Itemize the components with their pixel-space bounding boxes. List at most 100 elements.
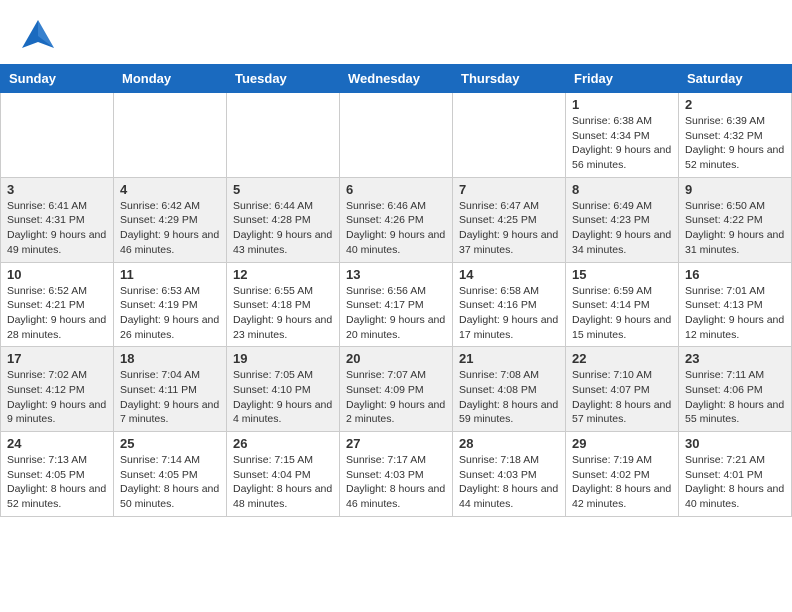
day-detail: Sunrise: 6:50 AM Sunset: 4:22 PM Dayligh… xyxy=(685,199,785,258)
calendar-cell: 22 Sunrise: 7:10 AM Sunset: 4:07 PM Dayli… xyxy=(566,347,679,432)
calendar-cell: 4 Sunrise: 6:42 AM Sunset: 4:29 PM Daylig… xyxy=(114,177,227,262)
calendar-cell: 8Sunrise: 6:49 AM Sunset: 4:23 PM Daylig… xyxy=(566,177,679,262)
day-number: 7 xyxy=(459,182,559,197)
day-number: 17 xyxy=(7,351,107,366)
calendar-cell: 18 Sunrise: 7:04 AM Sunset: 4:11 PM Dayli… xyxy=(114,347,227,432)
calendar-cell: 20 Sunrise: 7:07 AM Sunset: 4:09 PM Dayli… xyxy=(340,347,453,432)
calendar-cell: 7 Sunrise: 6:47 AM Sunset: 4:25 PM Daylig… xyxy=(453,177,566,262)
calendar-cell: 17 Sunrise: 7:02 AM Sunset: 4:12 PM Dayli… xyxy=(1,347,114,432)
day-number: 5 xyxy=(233,182,333,197)
calendar-cell: 14 Sunrise: 6:58 AM Sunset: 4:16 PM Dayli… xyxy=(453,262,566,347)
day-detail: Sunrise: 7:15 AM Sunset: 4:04 PM Dayligh… xyxy=(233,453,333,512)
day-detail: Sunrise: 7:14 AM Sunset: 4:05 PM Dayligh… xyxy=(120,453,220,512)
calendar-cell: 19 Sunrise: 7:05 AM Sunset: 4:10 PM Dayli… xyxy=(227,347,340,432)
day-detail: Sunrise: 7:04 AM Sunset: 4:11 PM Dayligh… xyxy=(120,368,220,427)
day-number: 4 xyxy=(120,182,220,197)
calendar-cell: 29 Sunrise: 7:19 AM Sunset: 4:02 PM Dayli… xyxy=(566,432,679,517)
calendar-cell: 26 Sunrise: 7:15 AM Sunset: 4:04 PM Dayli… xyxy=(227,432,340,517)
calendar-cell: 12 Sunrise: 6:55 AM Sunset: 4:18 PM Dayli… xyxy=(227,262,340,347)
day-number: 19 xyxy=(233,351,333,366)
day-detail: Sunrise: 7:10 AM Sunset: 4:07 PM Dayligh… xyxy=(572,368,672,427)
header xyxy=(0,0,792,56)
day-detail: Sunrise: 7:08 AM Sunset: 4:08 PM Dayligh… xyxy=(459,368,559,427)
day-number: 6 xyxy=(346,182,446,197)
day-detail: Sunrise: 7:01 AM Sunset: 4:13 PM Dayligh… xyxy=(685,284,785,343)
weekday-header-wednesday: Wednesday xyxy=(340,65,453,93)
calendar-cell: 24 Sunrise: 7:13 AM Sunset: 4:05 PM Dayli… xyxy=(1,432,114,517)
day-number: 27 xyxy=(346,436,446,451)
day-detail: Sunrise: 7:19 AM Sunset: 4:02 PM Dayligh… xyxy=(572,453,672,512)
day-detail: Sunrise: 6:59 AM Sunset: 4:14 PM Dayligh… xyxy=(572,284,672,343)
day-number: 11 xyxy=(120,267,220,282)
weekday-header-saturday: Saturday xyxy=(679,65,792,93)
calendar-cell: 28Sunrise: 7:18 AM Sunset: 4:03 PM Dayli… xyxy=(453,432,566,517)
day-detail: Sunrise: 6:58 AM Sunset: 4:16 PM Dayligh… xyxy=(459,284,559,343)
calendar-cell: 30 Sunrise: 7:21 AM Sunset: 4:01 PM Dayli… xyxy=(679,432,792,517)
calendar-table: SundayMondayTuesdayWednesdayThursdayFrid… xyxy=(0,64,792,517)
day-number: 16 xyxy=(685,267,785,282)
day-number: 23 xyxy=(685,351,785,366)
day-number: 20 xyxy=(346,351,446,366)
day-detail: Sunrise: 6:38 AM Sunset: 4:34 PM Dayligh… xyxy=(572,114,672,173)
weekday-header-friday: Friday xyxy=(566,65,679,93)
day-number: 2 xyxy=(685,97,785,112)
day-number: 25 xyxy=(120,436,220,451)
calendar-week-row: 17 Sunrise: 7:02 AM Sunset: 4:12 PM Dayli… xyxy=(1,347,792,432)
day-number: 12 xyxy=(233,267,333,282)
day-number: 24 xyxy=(7,436,107,451)
day-number: 14 xyxy=(459,267,559,282)
day-detail: Sunrise: 7:02 AM Sunset: 4:12 PM Dayligh… xyxy=(7,368,107,427)
calendar-cell xyxy=(1,93,114,178)
day-detail: Sunrise: 6:47 AM Sunset: 4:25 PM Dayligh… xyxy=(459,199,559,258)
day-number: 26 xyxy=(233,436,333,451)
day-number: 30 xyxy=(685,436,785,451)
day-detail: Sunrise: 6:56 AM Sunset: 4:17 PM Dayligh… xyxy=(346,284,446,343)
calendar-cell: 2 Sunrise: 6:39 AM Sunset: 4:32 PM Daylig… xyxy=(679,93,792,178)
day-detail: Sunrise: 6:52 AM Sunset: 4:21 PM Dayligh… xyxy=(7,284,107,343)
day-number: 15 xyxy=(572,267,672,282)
day-detail: Sunrise: 7:17 AM Sunset: 4:03 PM Dayligh… xyxy=(346,453,446,512)
day-detail: Sunrise: 6:55 AM Sunset: 4:18 PM Dayligh… xyxy=(233,284,333,343)
weekday-header-tuesday: Tuesday xyxy=(227,65,340,93)
day-number: 9 xyxy=(685,182,785,197)
day-detail: Sunrise: 7:05 AM Sunset: 4:10 PM Dayligh… xyxy=(233,368,333,427)
calendar-cell: 21 Sunrise: 7:08 AM Sunset: 4:08 PM Dayli… xyxy=(453,347,566,432)
day-detail: Sunrise: 6:53 AM Sunset: 4:19 PM Dayligh… xyxy=(120,284,220,343)
day-number: 3 xyxy=(7,182,107,197)
day-number: 8 xyxy=(572,182,672,197)
day-detail: Sunrise: 7:13 AM Sunset: 4:05 PM Dayligh… xyxy=(7,453,107,512)
calendar-cell xyxy=(114,93,227,178)
weekday-header-sunday: Sunday xyxy=(1,65,114,93)
day-detail: Sunrise: 7:21 AM Sunset: 4:01 PM Dayligh… xyxy=(685,453,785,512)
day-number: 29 xyxy=(572,436,672,451)
calendar-cell: 15 Sunrise: 6:59 AM Sunset: 4:14 PM Dayli… xyxy=(566,262,679,347)
day-detail: Sunrise: 6:42 AM Sunset: 4:29 PM Dayligh… xyxy=(120,199,220,258)
day-detail: Sunrise: 6:41 AM Sunset: 4:31 PM Dayligh… xyxy=(7,199,107,258)
day-detail: Sunrise: 6:44 AM Sunset: 4:28 PM Dayligh… xyxy=(233,199,333,258)
weekday-header-monday: Monday xyxy=(114,65,227,93)
day-number: 13 xyxy=(346,267,446,282)
calendar-cell: 11 Sunrise: 6:53 AM Sunset: 4:19 PM Dayli… xyxy=(114,262,227,347)
calendar-cell: 3 Sunrise: 6:41 AM Sunset: 4:31 PM Daylig… xyxy=(1,177,114,262)
calendar-cell: 25 Sunrise: 7:14 AM Sunset: 4:05 PM Dayli… xyxy=(114,432,227,517)
day-detail: Sunrise: 6:46 AM Sunset: 4:26 PM Dayligh… xyxy=(346,199,446,258)
day-number: 10 xyxy=(7,267,107,282)
calendar-cell: 1Sunrise: 6:38 AM Sunset: 4:34 PM Daylig… xyxy=(566,93,679,178)
calendar-week-row: 10 Sunrise: 6:52 AM Sunset: 4:21 PM Dayli… xyxy=(1,262,792,347)
day-number: 18 xyxy=(120,351,220,366)
calendar-cell: 27 Sunrise: 7:17 AM Sunset: 4:03 PM Dayli… xyxy=(340,432,453,517)
calendar-cell xyxy=(340,93,453,178)
logo xyxy=(20,16,56,52)
calendar-cell: 6 Sunrise: 6:46 AM Sunset: 4:26 PM Daylig… xyxy=(340,177,453,262)
day-number: 28 xyxy=(459,436,559,451)
calendar-week-row: 3 Sunrise: 6:41 AM Sunset: 4:31 PM Daylig… xyxy=(1,177,792,262)
logo-icon xyxy=(20,16,56,52)
calendar-week-row: 24 Sunrise: 7:13 AM Sunset: 4:05 PM Dayli… xyxy=(1,432,792,517)
day-number: 21 xyxy=(459,351,559,366)
day-detail: Sunrise: 7:11 AM Sunset: 4:06 PM Dayligh… xyxy=(685,368,785,427)
day-number: 22 xyxy=(572,351,672,366)
calendar-cell: 9 Sunrise: 6:50 AM Sunset: 4:22 PM Daylig… xyxy=(679,177,792,262)
day-detail: Sunrise: 6:39 AM Sunset: 4:32 PM Dayligh… xyxy=(685,114,785,173)
calendar-cell: 13 Sunrise: 6:56 AM Sunset: 4:17 PM Dayli… xyxy=(340,262,453,347)
day-detail: Sunrise: 7:07 AM Sunset: 4:09 PM Dayligh… xyxy=(346,368,446,427)
